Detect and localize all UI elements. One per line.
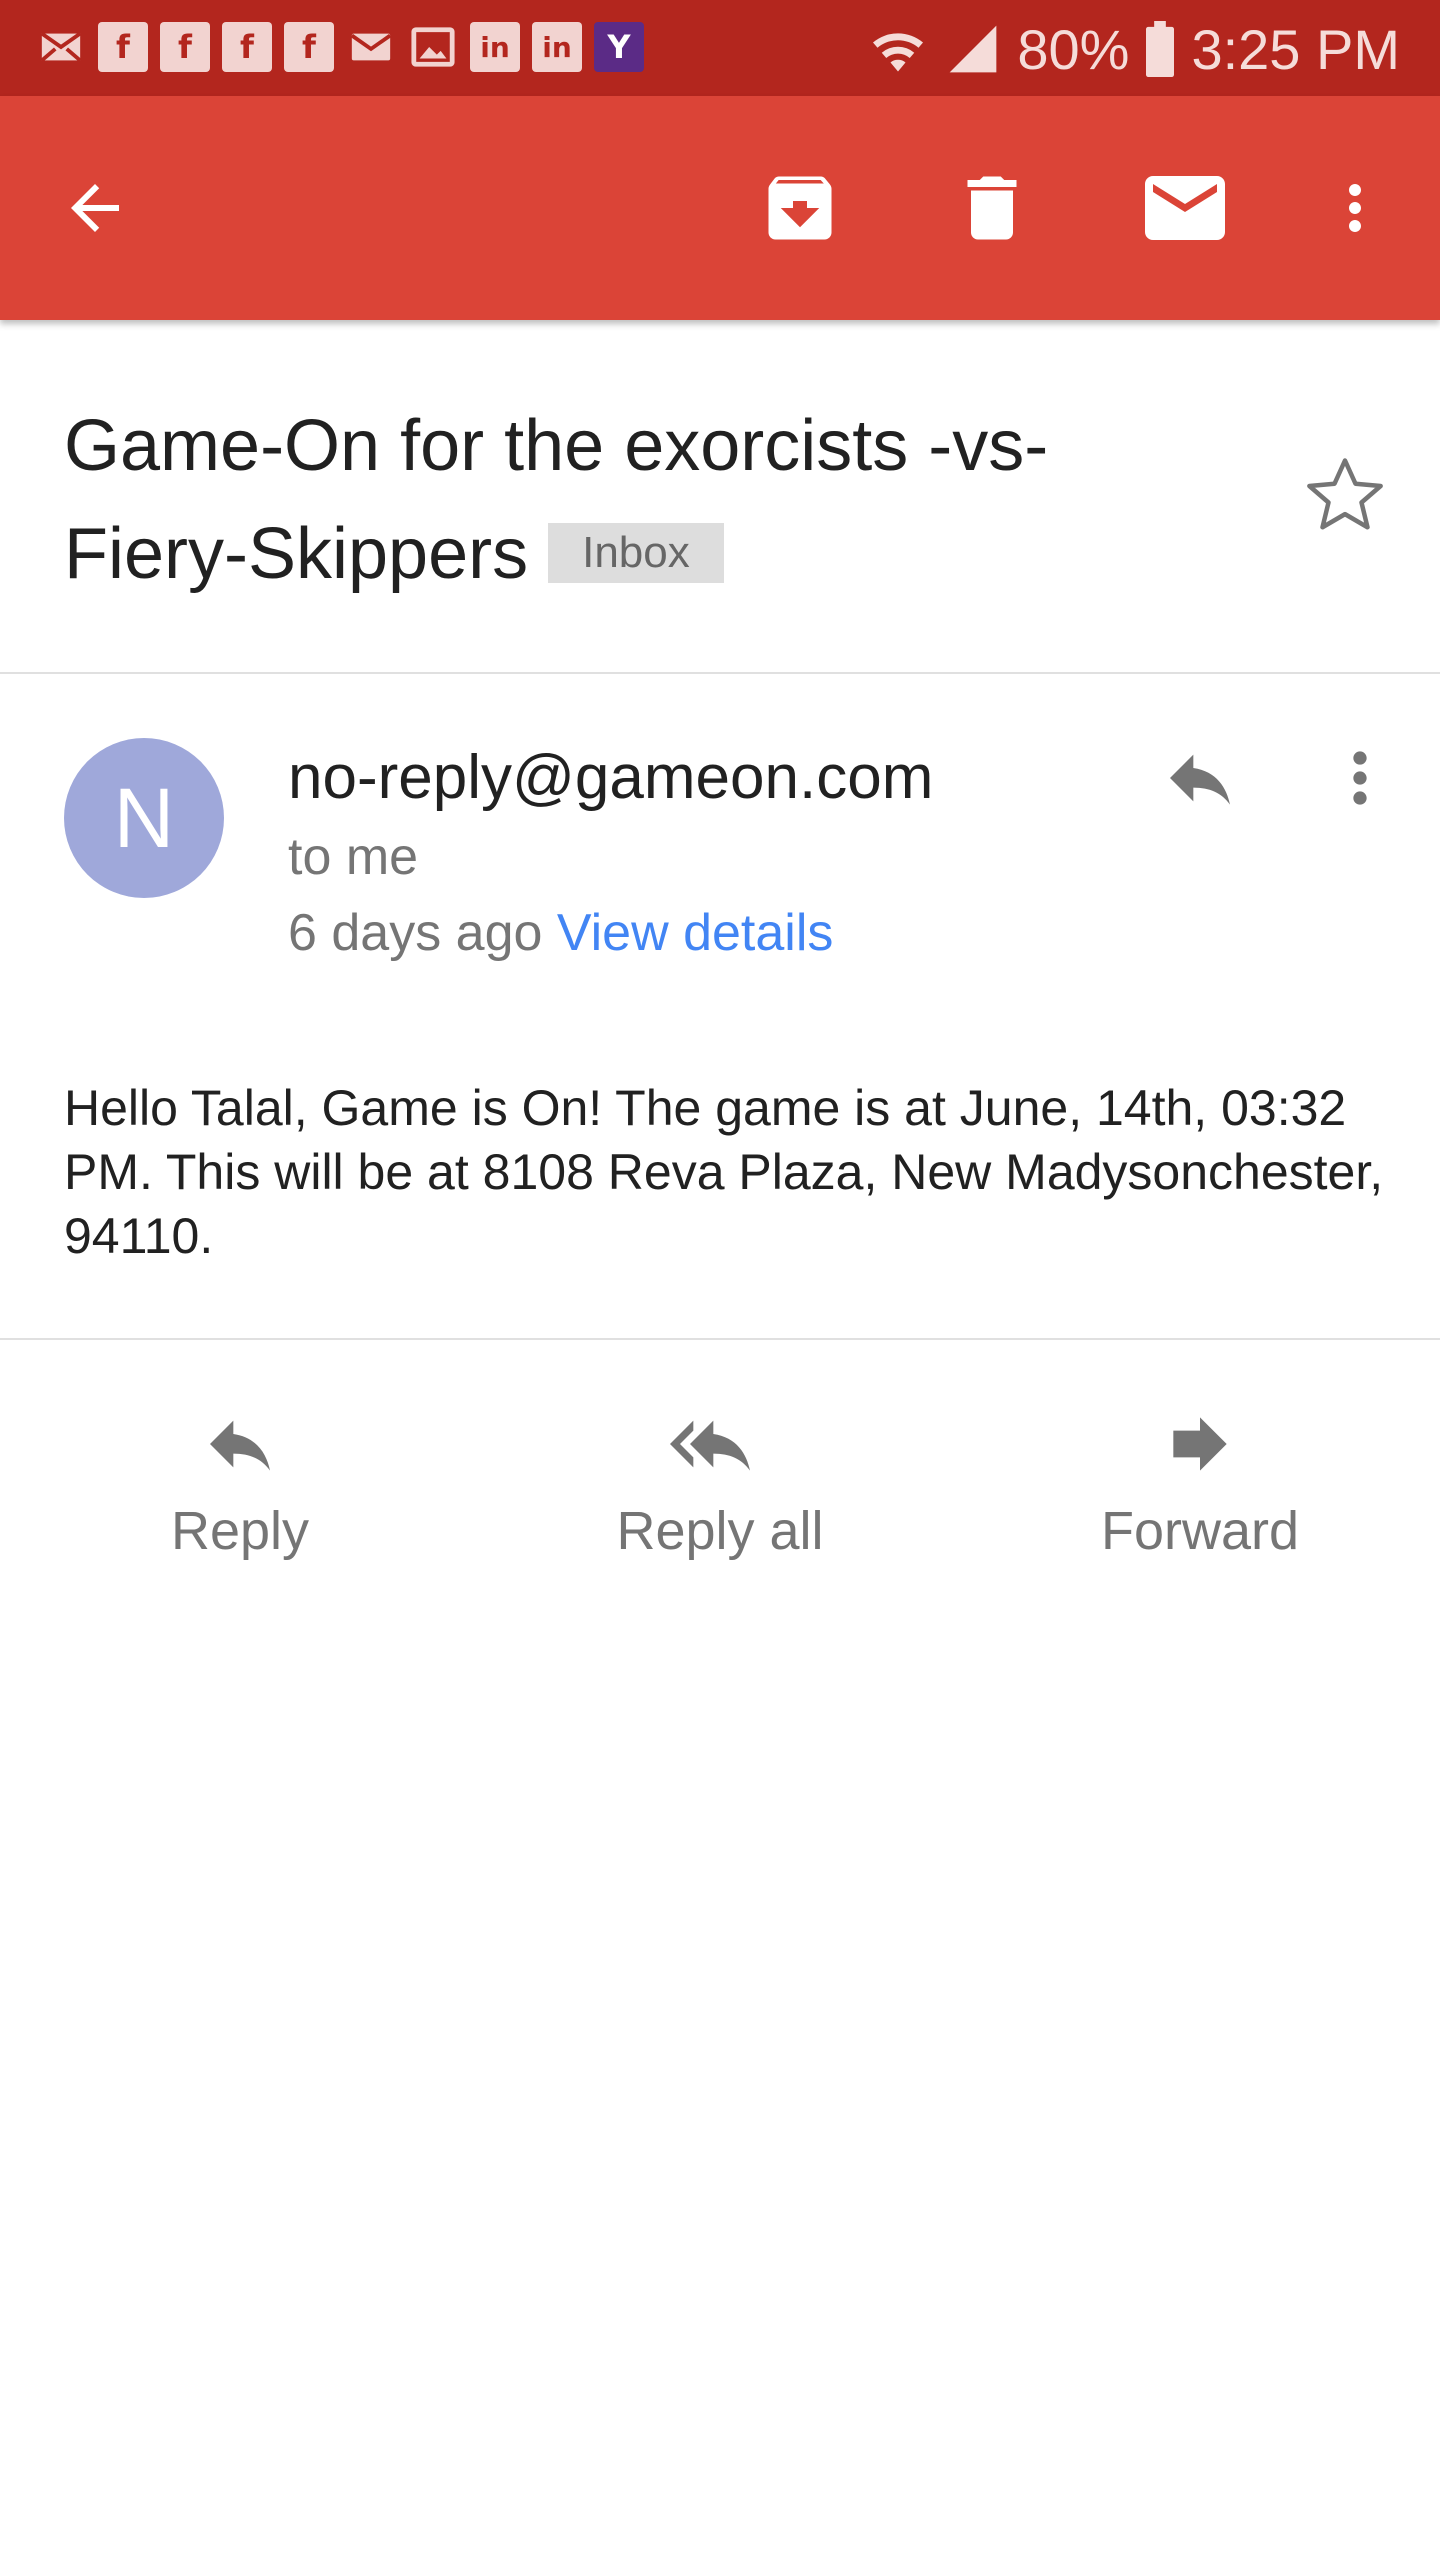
back-button[interactable] xyxy=(40,96,150,320)
more-vert-icon xyxy=(1349,184,1361,232)
notification-icons: f f f f in in Y xyxy=(36,22,644,72)
star-icon[interactable] xyxy=(1300,450,1390,540)
mark-unread-icon xyxy=(1145,176,1225,240)
forward-icon xyxy=(1173,1417,1227,1471)
delete-button[interactable] xyxy=(942,96,1042,320)
wifi-icon xyxy=(873,33,924,72)
recipient-line: to me xyxy=(288,828,419,886)
photo-icon xyxy=(408,22,458,72)
delete-icon xyxy=(967,176,1017,240)
mark-unread-button[interactable] xyxy=(1130,96,1240,320)
sender-address[interactable]: no-reply@gameon.com xyxy=(288,738,933,818)
archive-button[interactable] xyxy=(750,96,850,320)
forward-label: Forward xyxy=(1100,1501,1300,1561)
linkedin-icon: in xyxy=(532,22,582,72)
more-options-button[interactable] xyxy=(1310,96,1400,320)
reply-icon xyxy=(210,1420,270,1471)
reply-all-label: Reply all xyxy=(616,1501,824,1561)
email-subject: Game-On for the exorcists -vs- Fiery-Ski… xyxy=(64,392,1244,608)
view-details-link[interactable]: View details xyxy=(557,904,834,962)
system-status: 80% 3:25 PM xyxy=(867,14,1400,84)
facebook-icon: f xyxy=(98,22,148,72)
status-bar: f f f f in in Y 80% 3:25 PM xyxy=(0,0,1440,96)
facebook-icon: f xyxy=(222,22,272,72)
battery-percentage: 80% xyxy=(1017,17,1130,81)
time-ago: 6 days ago xyxy=(288,904,543,962)
email-icon xyxy=(346,22,396,72)
time-line: 6 days ago View details xyxy=(288,898,833,968)
divider xyxy=(0,1338,1440,1340)
reply-icon[interactable] xyxy=(1160,738,1240,818)
email-body: Hello Talal, Game is On! The game is at … xyxy=(64,1080,1384,1264)
reply-all-icon xyxy=(670,1420,750,1471)
reply-button[interactable]: Reply xyxy=(40,1380,440,1580)
message-actions: Reply Reply all Forward xyxy=(0,1380,1440,1580)
clock: 3:25 PM xyxy=(1191,17,1400,81)
avatar[interactable]: N xyxy=(64,738,224,898)
facebook-icon: f xyxy=(160,22,210,72)
archive-icon xyxy=(768,176,832,240)
back-arrow-icon xyxy=(71,184,119,232)
inbox-label-chip[interactable]: Inbox xyxy=(548,522,724,583)
sender-header: N no-reply@gameon.com to me 6 days ago V… xyxy=(0,672,1440,972)
more-vert-icon[interactable] xyxy=(1330,738,1390,818)
signal-icon xyxy=(950,25,997,73)
app-bar xyxy=(0,96,1440,320)
reply-label: Reply xyxy=(170,1501,310,1561)
reply-all-button[interactable]: Reply all xyxy=(520,1380,920,1580)
forward-button[interactable]: Forward xyxy=(1000,1380,1400,1580)
subject-header: Game-On for the exorcists -vs- Fiery-Ski… xyxy=(0,320,1440,674)
yahoo-icon: Y xyxy=(594,22,644,72)
battery-icon xyxy=(1146,21,1175,77)
facebook-icon: f xyxy=(284,22,334,72)
linkedin-icon: in xyxy=(470,22,520,72)
gmail-icon xyxy=(36,22,86,72)
